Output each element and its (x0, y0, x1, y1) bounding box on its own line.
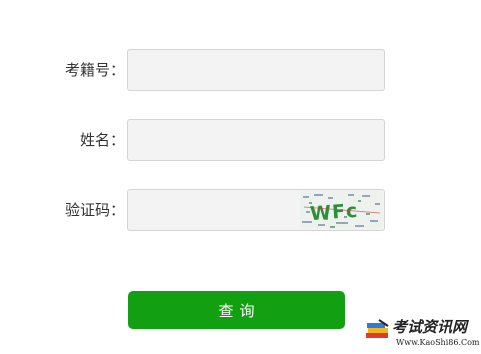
captcha-image[interactable]: WFc (300, 191, 383, 229)
captcha-label: 验证码： (64, 201, 125, 219)
exam-number-label: 考籍号： (64, 61, 125, 79)
captcha-text: WFc (309, 200, 359, 225)
name-input[interactable] (127, 119, 385, 161)
books-icon (366, 319, 389, 338)
name-row: 姓名： (0, 119, 481, 161)
name-label: 姓名： (79, 131, 125, 149)
query-button[interactable]: 查询 (128, 291, 345, 329)
exam-number-row: 考籍号： (0, 49, 481, 91)
watermark-logo: 考试资讯网 Www.KaoShi86.Com (362, 316, 480, 352)
watermark-title: 考试资讯网 (392, 318, 468, 336)
watermark-site: Www.KaoShi86.Com (396, 338, 480, 347)
captcha-row: 验证码： WFc (0, 189, 481, 231)
exam-number-input[interactable] (127, 49, 385, 91)
